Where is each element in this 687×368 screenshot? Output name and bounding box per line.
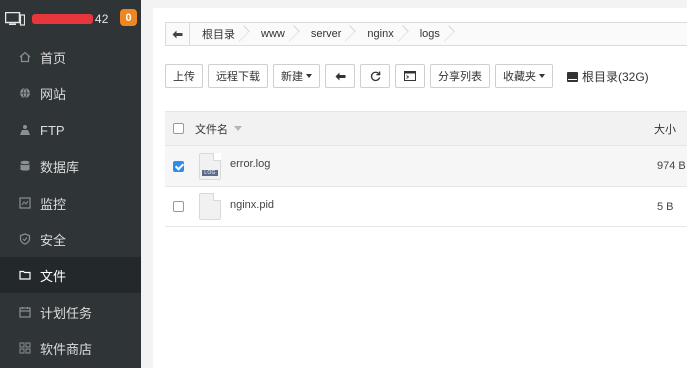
sidebar: 00000000042 0 首页 网站 FTP 数据库 监控: [0, 0, 141, 368]
server-monitor-icon: [5, 11, 25, 26]
table-header: 文件名 大小: [165, 112, 687, 145]
breadcrumb: 根目录 www server nginx logs: [165, 22, 687, 46]
notification-badge[interactable]: 0: [120, 9, 137, 26]
disk-label: 根目录(32G): [582, 70, 649, 84]
breadcrumb-item-www[interactable]: www: [249, 23, 299, 45]
sidebar-item-app-store[interactable]: 软件商店: [0, 330, 141, 366]
breadcrumb-item-logs[interactable]: logs: [408, 23, 454, 45]
sidebar-item-label: FTP: [40, 122, 65, 138]
back-arrow-icon[interactable]: [166, 23, 190, 45]
upload-button[interactable]: 上传: [165, 64, 203, 88]
sidebar-item-label: 软件商店: [40, 341, 93, 357]
sidebar-item-monitor[interactable]: 监控: [0, 185, 141, 221]
file-manager-panel: 根目录 www server nginx logs 上传 远程下载 新建 分享列…: [153, 8, 687, 368]
globe-icon: [18, 86, 32, 100]
file-size: 5 B: [657, 200, 674, 213]
row-checkbox[interactable]: [173, 201, 184, 212]
refresh-button[interactable]: [360, 64, 390, 88]
main-content: 根目录 www server nginx logs 上传 远程下载 新建 分享列…: [141, 0, 687, 368]
sidebar-item-label: 安全: [40, 232, 67, 248]
share-list-button[interactable]: 分享列表: [430, 64, 490, 88]
table-row[interactable]: LOG error.log 974 B: [165, 145, 687, 186]
breadcrumb-item-root[interactable]: 根目录: [190, 23, 249, 45]
database-icon: [18, 159, 32, 173]
file-name[interactable]: nginx.pid: [230, 199, 274, 211]
table-row[interactable]: nginx.pid 5 B: [165, 186, 687, 227]
caret-down-icon: [539, 74, 545, 78]
file-table: 文件名 大小 LOG error.log 974 B nginx.pid 5 B: [165, 111, 687, 227]
new-dropdown-button[interactable]: 新建: [273, 64, 320, 88]
sidebar-item-label: 文件: [40, 268, 67, 284]
sidebar-item-label: 监控: [40, 196, 67, 212]
file-name[interactable]: error.log: [230, 158, 270, 170]
back-arrow-icon: [335, 72, 345, 80]
favorites-button-label: 收藏夹: [503, 71, 536, 83]
shield-icon: [18, 232, 32, 246]
sidebar-item-label: 首页: [40, 50, 67, 66]
column-header-name[interactable]: 文件名: [195, 121, 242, 137]
new-button-label: 新建: [281, 71, 303, 83]
sort-icon: [234, 126, 242, 131]
server-hostname[interactable]: 00000000042: [32, 11, 109, 26]
breadcrumb-item-server[interactable]: server: [299, 23, 356, 45]
sidebar-item-files[interactable]: 文件: [0, 257, 141, 293]
remote-download-button[interactable]: 远程下载: [208, 64, 268, 88]
sidebar-header: 00000000042 0: [0, 0, 141, 37]
row-checkbox[interactable]: [173, 160, 184, 172]
file-icon: [199, 193, 221, 220]
monitor-icon: [18, 196, 32, 210]
hostname-suffix: 42: [94, 11, 109, 26]
file-size: 974 B: [657, 160, 686, 172]
grid-icon: [18, 341, 32, 355]
disk-root-selector[interactable]: 根目录(32G): [567, 68, 649, 85]
file-type-tag: LOG: [202, 169, 218, 176]
breadcrumb-item-nginx[interactable]: nginx: [355, 23, 407, 45]
sidebar-item-security[interactable]: 安全: [0, 221, 141, 257]
select-all-checkbox[interactable]: [173, 123, 184, 134]
redacted-hostname: [32, 13, 93, 24]
terminal-button[interactable]: [395, 64, 425, 88]
caret-down-icon: [306, 74, 312, 78]
sidebar-item-label: 数据库: [40, 159, 80, 175]
log-file-icon: LOG: [199, 152, 221, 180]
sidebar-item-ftp[interactable]: FTP: [0, 112, 141, 148]
folder-icon: [18, 268, 32, 282]
toolbar: 上传 远程下载 新建 分享列表 收藏夹 根目录(32G): [165, 64, 649, 88]
favorites-dropdown-button[interactable]: 收藏夹: [495, 64, 553, 88]
sidebar-item-label: 网站: [40, 86, 67, 102]
sidebar-item-website[interactable]: 网站: [0, 75, 141, 111]
go-back-button[interactable]: [325, 64, 355, 88]
home-icon: [18, 50, 32, 64]
sidebar-item-cron[interactable]: 计划任务: [0, 294, 141, 330]
calendar-icon: [18, 305, 32, 319]
sidebar-item-home[interactable]: 首页: [0, 39, 141, 75]
sidebar-item-database[interactable]: 数据库: [0, 148, 141, 184]
column-header-name-label: 文件名: [195, 123, 228, 136]
ftp-icon: [18, 123, 32, 137]
terminal-icon: [404, 71, 416, 81]
refresh-icon: [370, 70, 380, 81]
hard-drive-icon: [567, 71, 578, 82]
sidebar-item-label: 计划任务: [40, 305, 93, 321]
column-header-size[interactable]: 大小: [654, 121, 676, 137]
